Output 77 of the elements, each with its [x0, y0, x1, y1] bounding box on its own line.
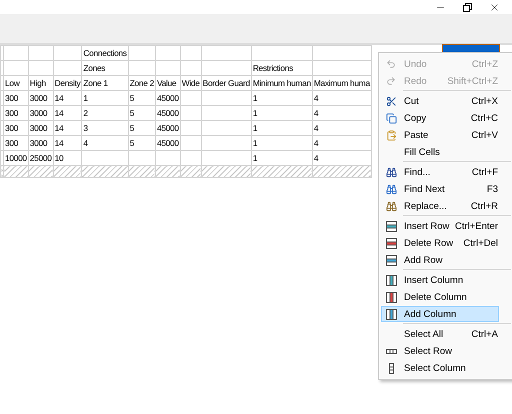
copy-icon [386, 112, 396, 124]
table-cell: 300 [4, 120, 28, 136]
menu-item[interactable]: Insert Column [381, 272, 499, 288]
table-cell: 300 [4, 90, 28, 106]
restore-icon[interactable] [463, 2, 472, 12]
menu-item[interactable]: Find Next F3 [381, 181, 499, 197]
table-cell: 45000 [155, 90, 180, 106]
table-cell: 4 [312, 106, 372, 120]
menu-item[interactable]: Select Row [381, 343, 499, 359]
menu-item[interactable]: Cut Ctrl+X [381, 93, 499, 109]
menu-item[interactable]: Delete Row Ctrl+Del [381, 235, 499, 251]
table-cell: 4 [312, 90, 372, 106]
table-cell: 5 [128, 90, 156, 106]
menu-item[interactable]: Copy Ctrl+C [381, 110, 499, 126]
table-cell: 1 [251, 136, 312, 150]
column-header[interactable]: Value [155, 76, 180, 90]
table-cell: 300 [4, 106, 28, 120]
column-header[interactable]: High [28, 76, 54, 90]
delete-column-icon [386, 292, 396, 302]
table-cell: 3000 [28, 106, 54, 120]
table-cell: 5 [128, 106, 156, 120]
menu-item[interactable]: Paste Ctrl+V [381, 127, 499, 143]
table-cell: 1 [251, 120, 312, 136]
subgroup-header: Zones [82, 60, 128, 76]
column-header[interactable]: Low [4, 76, 28, 90]
column-header[interactable]: Minimum human [251, 76, 312, 90]
menu-item[interactable]: Add Row [381, 252, 499, 268]
table-cell: 3000 [28, 120, 54, 136]
column-header[interactable]: Zone 2 [128, 76, 156, 90]
column-header[interactable]: Border Guard [201, 76, 252, 90]
clipboard-icon [386, 130, 396, 140]
close-icon[interactable] [489, 2, 500, 12]
delete-row-icon [386, 238, 396, 248]
menu-item[interactable]: Add Column [381, 306, 499, 322]
menu-item[interactable]: Insert Row Ctrl+Enter [381, 218, 499, 234]
column-header[interactable]: Maximum huma [312, 76, 372, 90]
table-cell: 3 [82, 120, 128, 136]
column-header[interactable]: Zone 1 [82, 76, 128, 90]
table-cell: 5 [128, 120, 156, 136]
redo-icon [386, 76, 396, 86]
menu-item[interactable]: Replace... Ctrl+R [381, 198, 499, 214]
table-cell: 2 [82, 106, 128, 120]
table-cell: 3000 [28, 90, 54, 106]
menu-item[interactable]: Select Column [381, 360, 499, 376]
group-header: Connections [82, 46, 128, 60]
binoculars-icon [386, 184, 396, 194]
table-cell: 3000 [28, 136, 54, 150]
table-cell: 14 [53, 90, 82, 106]
menu-item[interactable]: Fill Cells [381, 144, 499, 160]
table-cell: 45000 [155, 136, 180, 150]
table-cell: 300 [4, 136, 28, 150]
table-cell: 4 [82, 136, 128, 150]
binoculars-icon [386, 200, 396, 212]
column-header[interactable]: Wide [180, 76, 202, 90]
insert-column-icon [386, 274, 396, 286]
undo-icon [386, 59, 396, 69]
table-cell: 1 [251, 90, 312, 106]
add-row-icon [386, 254, 396, 266]
subgroup-header: Restrictions [251, 60, 312, 76]
table-cell: 1 [251, 106, 312, 120]
menu-item[interactable]: Find... Ctrl+F [381, 164, 499, 180]
menu-item[interactable]: Delete Column [381, 289, 499, 305]
table-cell: 14 [53, 120, 82, 136]
binoculars-icon [386, 166, 396, 178]
table-cell: 4 [312, 136, 372, 150]
insert-row-icon [386, 220, 396, 232]
add-column-icon [386, 308, 396, 320]
column-header[interactable]: Density [53, 76, 82, 90]
table-cell: 4 [312, 120, 372, 136]
table-cell: 45000 [155, 120, 180, 136]
table-cell: 14 [53, 106, 82, 120]
table-cell: 45000 [155, 106, 180, 120]
table-cell: 1 [82, 90, 128, 106]
table-cell: 5 [128, 136, 156, 150]
menu-item[interactable]: Select All Ctrl+A [381, 326, 499, 342]
table-cell: 14 [53, 136, 82, 150]
scissors-icon [386, 96, 396, 106]
